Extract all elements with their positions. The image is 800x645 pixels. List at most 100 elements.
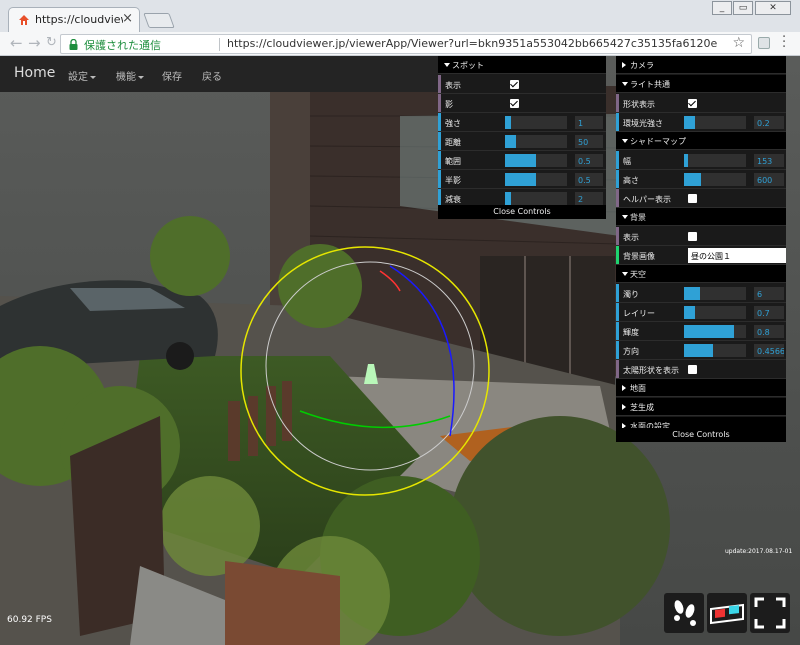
turbidity-slider[interactable] xyxy=(684,287,746,300)
row-label: レイリー xyxy=(623,309,655,318)
close-controls-button[interactable]: Close Controls xyxy=(616,428,786,442)
background-folder-header[interactable]: 背景 xyxy=(616,208,786,226)
forward-arrow-icon[interactable]: → xyxy=(28,34,41,52)
turbidity-input[interactable]: 6 xyxy=(754,287,784,300)
spot-decay-input[interactable]: 2 xyxy=(575,192,603,205)
bookmark-star-icon[interactable]: ☆ xyxy=(732,35,745,51)
spot-intensity-slider[interactable] xyxy=(505,116,567,129)
shadow-height-slider[interactable] xyxy=(684,173,746,186)
spot-shadow-checkbox[interactable] xyxy=(510,99,519,108)
reload-icon[interactable]: ↻ xyxy=(46,35,57,50)
bg-visible-checkbox[interactable] xyxy=(688,232,697,241)
spot-controls-panel: スポット 表示 影 強さ 1 距離 50 範囲 0.5 半影 0.5 減衰 2 xyxy=(438,56,606,219)
folder-open-icon xyxy=(622,215,628,219)
spot-decay-slider[interactable] xyxy=(505,192,567,205)
3d-glasses-icon xyxy=(710,603,744,625)
spot-folder-header[interactable]: スポット xyxy=(438,56,606,74)
close-window-button[interactable]: ✕ xyxy=(755,1,791,15)
folder-closed-icon xyxy=(622,404,626,410)
helper-visible-row: ヘルパー表示 xyxy=(616,189,786,208)
sun-shape-checkbox[interactable] xyxy=(688,365,697,374)
settings-menu[interactable]: 設定 xyxy=(68,68,96,83)
bg-image-row: 背景画像 昼の公園１ xyxy=(616,246,786,265)
settings-menu-label: 設定 xyxy=(68,72,88,83)
ground-folder-title: 地面 xyxy=(630,384,646,393)
ambient-intensity-input[interactable]: 0.2 xyxy=(754,116,784,129)
folder-closed-icon xyxy=(622,385,626,391)
sky-folder-header[interactable]: 天空 xyxy=(616,265,786,283)
string-indicator xyxy=(616,246,619,264)
spot-shadow-row: 影 xyxy=(438,94,606,113)
fullscreen-icon xyxy=(754,597,786,629)
browser-tab[interactable]: https://cloudviewer.jp × xyxy=(8,7,140,32)
row-label: 距離 xyxy=(445,138,461,147)
light-common-folder-header[interactable]: ライト共通 xyxy=(616,75,786,93)
back-arrow-icon[interactable]: ← xyxy=(10,34,23,52)
ambient-intensity-slider[interactable] xyxy=(684,116,746,129)
spot-distance-slider[interactable] xyxy=(505,135,567,148)
close-controls-button[interactable]: Close Controls xyxy=(438,205,606,219)
walk-mode-button[interactable] xyxy=(664,593,704,633)
spot-intensity-input[interactable]: 1 xyxy=(575,116,603,129)
back-link[interactable]: 戻る xyxy=(202,68,222,83)
bg-visible-row: 表示 xyxy=(616,227,786,246)
helper-visible-checkbox[interactable] xyxy=(688,194,697,203)
bool-indicator xyxy=(616,227,619,245)
browser-menu-icon[interactable]: · · · xyxy=(782,31,786,54)
new-tab-button[interactable] xyxy=(143,13,175,28)
shadow-width-input[interactable]: 153 xyxy=(754,154,784,167)
scene-controls-panel: カメラ ライト共通 形状表示 環境光強さ 0.2 シャドーマップ 幅 153 高… xyxy=(616,56,786,442)
shadow-width-slider[interactable] xyxy=(684,154,746,167)
url-text[interactable]: https://cloudviewer.jp/viewerApp/Viewer?… xyxy=(227,37,717,50)
app-navbar: Home 設定 機能 保存 戻る xyxy=(0,56,438,92)
vr-mode-button[interactable] xyxy=(707,593,747,633)
turbidity-row: 濁り 6 xyxy=(616,284,786,303)
minimize-button[interactable]: _ xyxy=(712,1,732,15)
number-indicator xyxy=(616,322,619,340)
row-label: 方向 xyxy=(623,347,639,356)
lock-icon xyxy=(69,39,78,50)
save-link[interactable]: 保存 xyxy=(162,68,182,83)
sun-direction-input[interactable]: 0.4566 xyxy=(754,344,784,357)
extension-icon[interactable] xyxy=(758,37,770,49)
row-label: 背景画像 xyxy=(623,252,655,261)
luminance-row: 輝度 0.8 xyxy=(616,322,786,341)
number-indicator xyxy=(438,170,441,188)
address-bar[interactable]: 保護された通信 https://cloudviewer.jp/viewerApp… xyxy=(60,34,752,54)
shape-visible-checkbox[interactable] xyxy=(688,99,697,108)
grass-folder-header[interactable]: 芝生成 xyxy=(616,398,786,416)
folder-closed-icon xyxy=(622,62,626,68)
features-menu[interactable]: 機能 xyxy=(116,68,144,83)
luminance-input[interactable]: 0.8 xyxy=(754,325,784,338)
luminance-slider[interactable] xyxy=(684,325,746,338)
spot-distance-input[interactable]: 50 xyxy=(575,135,603,148)
camera-folder-header[interactable]: カメラ xyxy=(616,56,786,74)
spot-penumbra-slider[interactable] xyxy=(505,173,567,186)
shadow-height-input[interactable]: 600 xyxy=(754,173,784,186)
close-tab-icon[interactable]: × xyxy=(122,11,133,26)
row-label: 減衰 xyxy=(445,195,461,204)
number-indicator xyxy=(616,284,619,302)
sun-direction-slider[interactable] xyxy=(684,344,746,357)
bool-indicator xyxy=(438,75,441,93)
row-label: 強さ xyxy=(445,119,461,128)
row-label: 範囲 xyxy=(445,157,461,166)
sky-folder-title: 天空 xyxy=(630,270,646,279)
features-menu-label: 機能 xyxy=(116,72,136,83)
bool-indicator xyxy=(616,360,619,378)
number-indicator xyxy=(438,151,441,169)
rayleigh-slider[interactable] xyxy=(684,306,746,319)
slider-fill xyxy=(684,306,696,319)
fullscreen-button[interactable] xyxy=(750,593,790,633)
spot-angle-input[interactable]: 0.5 xyxy=(575,154,603,167)
ground-folder-header[interactable]: 地面 xyxy=(616,379,786,397)
spot-visible-checkbox[interactable] xyxy=(510,80,519,89)
rayleigh-input[interactable]: 0.7 xyxy=(754,306,784,319)
spot-penumbra-input[interactable]: 0.5 xyxy=(575,173,603,186)
browser-toolbar: ← → ↻ 保護された通信 https://cloudviewer.jp/vie… xyxy=(0,31,800,56)
shadow-map-folder-header[interactable]: シャドーマップ xyxy=(616,132,786,150)
bg-image-input[interactable]: 昼の公園１ xyxy=(688,248,786,263)
spot-angle-slider[interactable] xyxy=(505,154,567,167)
maximize-button[interactable]: ▭ xyxy=(733,1,753,15)
home-link[interactable]: Home xyxy=(14,65,55,81)
